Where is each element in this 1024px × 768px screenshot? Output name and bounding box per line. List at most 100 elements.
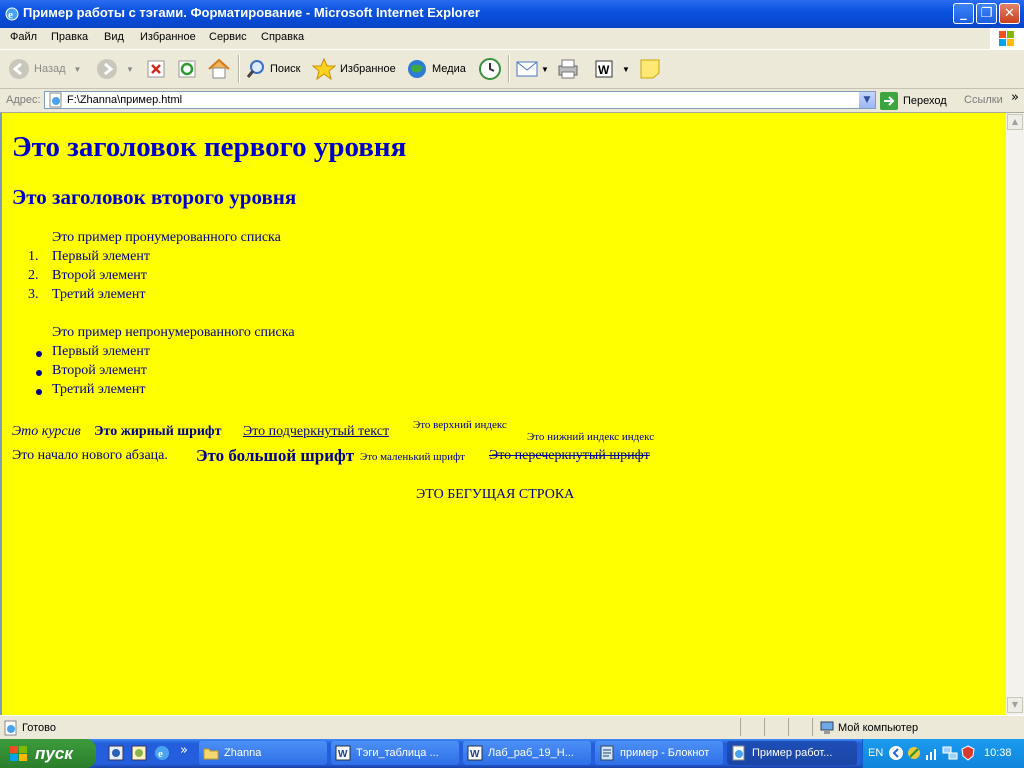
address-label: Адрес: xyxy=(6,94,41,106)
underlined-text: Это подчеркнутый текст xyxy=(243,424,390,439)
heading-level-2: Это заголовок второго уровня xyxy=(12,185,297,209)
start-button[interactable]: пуск xyxy=(0,739,96,768)
ordered-list-item: Второй элемент xyxy=(52,268,147,283)
word-icon: W xyxy=(595,60,613,78)
search-label: Поиск xyxy=(270,63,301,75)
address-dropdown-icon[interactable]: ▼ xyxy=(859,92,875,108)
go-arrow-icon xyxy=(880,92,898,110)
address-value[interactable]: F:\Zhanna\пример.html xyxy=(67,94,182,106)
menu-favorites[interactable]: Избранное xyxy=(140,31,196,43)
status-bar: Готово Мой компьютер xyxy=(0,715,1024,740)
refresh-button[interactable] xyxy=(177,56,197,82)
task-label: Zhanna xyxy=(224,747,262,759)
discuss-button[interactable] xyxy=(638,56,662,82)
tray-network-icon[interactable] xyxy=(942,745,958,761)
toolbar: Назад ▼ ▼ Поиск Избранное Медиа ▼ W ▼ xyxy=(0,49,1024,89)
tray-tools-icon[interactable] xyxy=(906,745,922,761)
title-bar[interactable]: e Пример работы с тэгами. Форматирование… xyxy=(0,0,1024,28)
taskbar-item-tags-table[interactable]: W Тэги_таблица ... xyxy=(331,741,459,765)
ie-page-icon xyxy=(732,745,745,761)
refresh-icon xyxy=(178,60,196,78)
svg-text:e: e xyxy=(158,748,163,760)
tray-arrow-icon[interactable] xyxy=(888,745,904,761)
small-text: Это маленький шрифт xyxy=(360,451,465,463)
folder-icon xyxy=(203,748,219,760)
language-indicator[interactable]: EN xyxy=(868,747,883,759)
media-button[interactable]: Медиа xyxy=(406,56,466,82)
tray-signal-icon[interactable] xyxy=(924,745,940,761)
media-globe-icon xyxy=(408,60,426,78)
subscript-text: Это нижний индекс индекс xyxy=(527,431,655,443)
menu-view[interactable]: Вид xyxy=(104,31,124,43)
mail-button[interactable]: ▼ xyxy=(515,56,549,82)
status-text: Готово xyxy=(22,722,56,734)
search-icon xyxy=(246,60,264,78)
stop-icon xyxy=(147,60,165,78)
menu-tools[interactable]: Сервис xyxy=(209,31,247,43)
bullet-icon xyxy=(36,370,42,376)
marquee-text: ЭТО БЕГУЩАЯ СТРОКА xyxy=(416,487,575,502)
svg-text:W: W xyxy=(338,749,348,760)
menu-bar: Файл Правка Вид Избранное Сервис Справка xyxy=(0,28,1024,48)
history-button[interactable] xyxy=(478,56,502,82)
quicklaunch-ie-icon[interactable]: e xyxy=(154,745,170,761)
search-button[interactable]: Поиск xyxy=(246,56,300,82)
note-icon xyxy=(640,59,660,79)
print-button[interactable] xyxy=(556,56,580,82)
minimize-button[interactable]: _ xyxy=(953,3,974,24)
close-button[interactable]: ✕ xyxy=(999,3,1020,24)
ordered-list-caption: Это пример пронумерованного списка xyxy=(52,230,281,245)
word-doc-icon: W xyxy=(335,745,351,761)
forward-dropdown-icon[interactable]: ▼ xyxy=(126,65,134,74)
taskbar-item-zhanna[interactable]: Zhanna xyxy=(199,741,327,765)
menu-edit[interactable]: Правка xyxy=(51,31,88,43)
links-chevron-icon[interactable]: » xyxy=(1011,90,1019,105)
scroll-up-icon[interactable]: ▲ xyxy=(1007,114,1023,130)
taskbar-item-lab-work[interactable]: W Лаб_раб_19_Н... xyxy=(463,741,591,765)
list-number: 1. xyxy=(28,249,39,264)
taskbar: пуск e » Zhanna W Тэги_таблица ... W Лаб… xyxy=(0,739,1024,768)
quicklaunch-more-icon[interactable]: » xyxy=(180,743,188,758)
window-title: Пример работы с тэгами. Форматирование -… xyxy=(23,5,480,20)
back-dropdown-icon[interactable]: ▼ xyxy=(74,65,82,74)
favorites-button[interactable]: Избранное xyxy=(312,56,396,82)
links-button[interactable]: Ссылки xyxy=(964,94,1003,106)
edit-word-button[interactable]: W ▼ xyxy=(594,56,630,82)
printer-icon xyxy=(558,59,578,79)
task-label: Пример работ... xyxy=(752,747,833,759)
go-button[interactable]: Переход xyxy=(880,92,947,110)
scroll-down-icon[interactable]: ▼ xyxy=(1007,697,1023,713)
quicklaunch-desktop-icon[interactable] xyxy=(131,745,147,761)
address-bar: Адрес: F:\Zhanna\пример.html ▼ Переход С… xyxy=(0,89,1024,113)
home-button[interactable] xyxy=(207,56,231,82)
bullet-icon xyxy=(36,351,42,357)
task-label: пример - Блокнот xyxy=(620,747,710,759)
taskbar-item-notepad[interactable]: пример - Блокнот xyxy=(595,741,723,765)
menu-help[interactable]: Справка xyxy=(261,31,304,43)
forward-button[interactable]: ▼ xyxy=(96,56,134,82)
svg-text:e: e xyxy=(8,9,13,21)
back-button[interactable]: Назад ▼ xyxy=(8,56,81,82)
mail-icon xyxy=(516,61,538,77)
notepad-icon xyxy=(600,745,614,761)
italic-text: Это курсив xyxy=(12,424,81,439)
svg-text:W: W xyxy=(470,749,480,760)
list-number: 2. xyxy=(28,268,39,283)
taskbar-item-ie-active[interactable]: Пример работ... xyxy=(727,741,857,765)
vertical-scrollbar[interactable]: ▲ ▼ xyxy=(1006,113,1024,715)
maximize-button[interactable]: ❐ xyxy=(976,3,997,24)
superscript-text: Это верхний индекс xyxy=(413,419,507,431)
list-number: 3. xyxy=(28,287,39,302)
go-label: Переход xyxy=(903,95,947,107)
quicklaunch-outlook-icon[interactable] xyxy=(108,745,124,761)
mail-dropdown-icon[interactable]: ▼ xyxy=(541,65,549,74)
stop-button[interactable] xyxy=(146,56,166,82)
tray-security-icon[interactable] xyxy=(960,745,976,761)
clock[interactable]: 10:38 xyxy=(984,747,1012,759)
ie-icon: e xyxy=(5,7,19,21)
forward-arrow-icon xyxy=(97,59,117,79)
start-label: пуск xyxy=(35,743,73,763)
address-input[interactable]: F:\Zhanna\пример.html ▼ xyxy=(44,91,876,109)
menu-file[interactable]: Файл xyxy=(10,31,37,43)
edit-dropdown-icon[interactable]: ▼ xyxy=(622,65,630,74)
